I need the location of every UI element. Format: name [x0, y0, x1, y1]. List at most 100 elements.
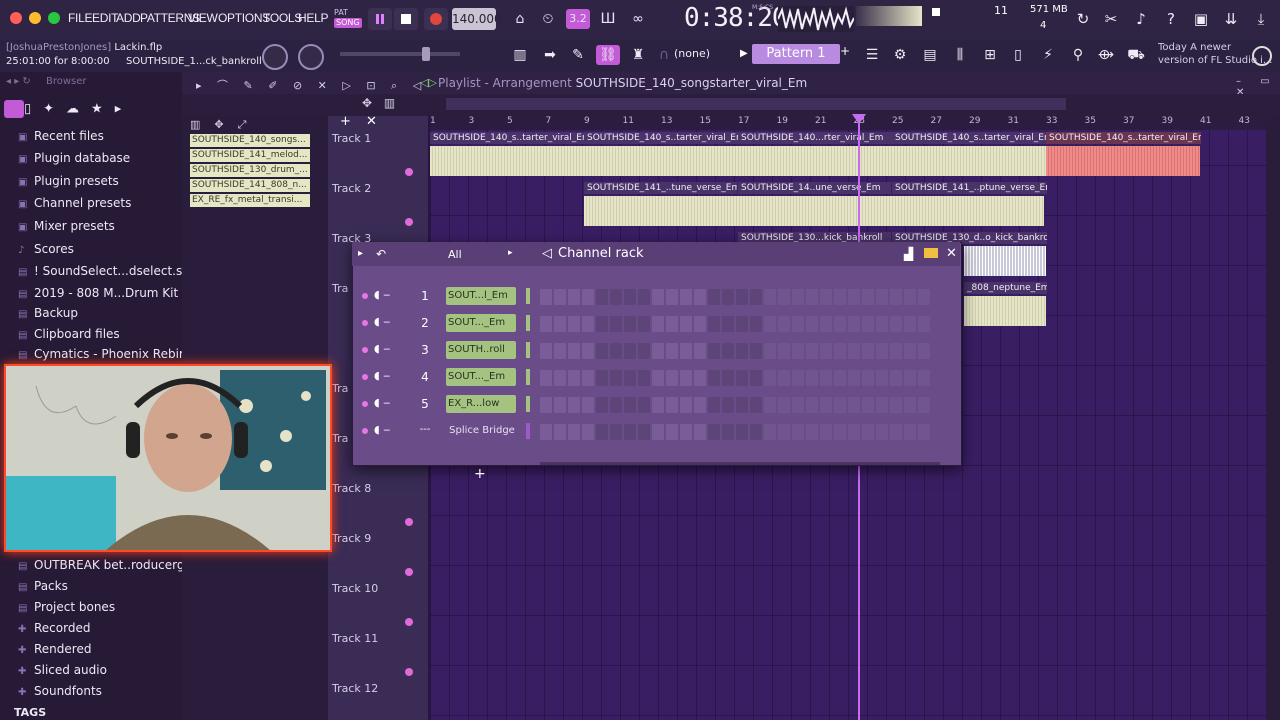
piano-roll-icon[interactable]: ▥ — [508, 45, 532, 65]
step-button[interactable] — [918, 343, 930, 359]
step-button[interactable] — [708, 424, 720, 440]
step-button[interactable] — [778, 316, 790, 332]
step-button[interactable] — [596, 343, 608, 359]
step-button[interactable] — [862, 370, 874, 386]
blend-notes-icon[interactable]: Ш — [596, 9, 620, 29]
audio-waveform[interactable] — [964, 296, 1046, 326]
step-button[interactable] — [596, 289, 608, 305]
undo-icon[interactable]: ↻ — [1072, 8, 1094, 30]
clip-label[interactable]: SOUTHSIDE_141_..tune_verse_Em — [584, 182, 737, 194]
step-button[interactable] — [890, 397, 902, 413]
pan-knob[interactable]: ◖ ‒ — [374, 369, 390, 382]
step-button[interactable] — [904, 289, 916, 305]
browser-item-mixer-presets[interactable]: ▣ Mixer presets — [18, 216, 115, 236]
pan-knob[interactable]: ◖ ‒ — [374, 396, 390, 409]
step-button[interactable] — [554, 370, 566, 386]
step-button[interactable] — [554, 424, 566, 440]
step-button[interactable] — [904, 316, 916, 332]
playlist-play-icon[interactable]: ◁▷ — [420, 76, 437, 89]
step-button[interactable] — [750, 289, 762, 305]
play-button[interactable] — [368, 8, 392, 30]
step-button[interactable] — [806, 316, 818, 332]
graph-icon[interactable]: ▟ — [904, 247, 913, 261]
track-label[interactable]: Track 12 — [332, 682, 378, 695]
filter-arrow-icon[interactable]: ▸ — [508, 248, 513, 258]
step-button[interactable] — [568, 289, 580, 305]
step-button[interactable] — [568, 343, 580, 359]
step-button[interactable] — [890, 289, 902, 305]
step-button[interactable] — [610, 316, 622, 332]
step-row[interactable] — [540, 289, 930, 305]
channel-name-button[interactable]: Splice Bridge — [446, 422, 516, 440]
step-button[interactable] — [540, 343, 552, 359]
step-button[interactable] — [736, 424, 748, 440]
browser-tools[interactable]: ▯✦☁★▸ — [4, 100, 178, 120]
browser-item-plugin-presets[interactable]: ▣ Plugin presets — [18, 171, 119, 191]
step-button[interactable] — [764, 370, 776, 386]
step-button[interactable] — [778, 289, 790, 305]
channel-name-button[interactable]: SOUT...l_Em — [446, 287, 516, 305]
step-button[interactable] — [708, 370, 720, 386]
picker-clip[interactable]: SOUTHSIDE_141_808_n... — [190, 179, 310, 192]
step-button[interactable] — [610, 343, 622, 359]
step-button[interactable] — [848, 343, 860, 359]
channel-led[interactable] — [362, 320, 368, 326]
browser-item-rendered[interactable]: ✚ Rendered — [18, 639, 91, 659]
track-label[interactable]: Tra — [332, 282, 348, 295]
step-button[interactable] — [806, 343, 818, 359]
channel-number[interactable]: 4 — [416, 370, 434, 384]
step-button[interactable] — [582, 370, 594, 386]
playlist-tool-icons[interactable]: ✥ ▥ — [362, 96, 399, 110]
clip-label[interactable]: SOUTHSIDE_140...rter_viral_Em — [738, 132, 893, 144]
save-icon[interactable]: ▣ — [1190, 8, 1212, 30]
clip-label[interactable]: SOUTHSIDE_140_s..tarter_viral_Em — [892, 132, 1047, 144]
step-button[interactable] — [624, 343, 636, 359]
cut-icon[interactable]: ✂ — [1100, 8, 1122, 30]
playlist-scrollbar[interactable] — [446, 98, 1066, 110]
step-button[interactable] — [750, 370, 762, 386]
minimize-window-button[interactable] — [29, 12, 41, 24]
clip-label[interactable]: SOUTHSIDE_140_s..tarter_viral_Em — [430, 132, 585, 144]
pat-song-toggle[interactable]: PAT SONG — [334, 8, 362, 32]
step-button[interactable] — [820, 316, 832, 332]
audio-waveform[interactable] — [584, 196, 1044, 226]
step-row[interactable] — [540, 370, 930, 386]
step-row[interactable] — [540, 316, 930, 332]
channel-number[interactable]: 2 — [416, 316, 434, 330]
track-label[interactable]: Track 8 — [332, 482, 371, 495]
playlist-tools[interactable]: ▸ ⌒ ✎ ✐ ⊘ ✕ ▷ ⊡ ⌕ ◁ — [196, 77, 427, 93]
step-button[interactable] — [568, 397, 580, 413]
close-icon[interactable]: ✕ — [366, 114, 377, 129]
track-label[interactable]: Track 11 — [332, 632, 378, 645]
browser-item-soundfonts[interactable]: ✚ Soundfonts — [18, 681, 102, 701]
step-button[interactable] — [736, 343, 748, 359]
channel-number[interactable]: 1 — [416, 289, 434, 303]
track-label[interactable]: Track 2 — [332, 182, 371, 195]
close-window-button[interactable] — [10, 12, 22, 24]
step-button[interactable] — [624, 370, 636, 386]
step-button[interactable] — [540, 424, 552, 440]
step-button[interactable] — [694, 343, 706, 359]
channel-filter[interactable]: All — [448, 248, 462, 261]
channel-select[interactable] — [526, 396, 530, 412]
plug-icon[interactable]: ⚡ — [1036, 45, 1060, 65]
channel-select[interactable] — [526, 369, 530, 385]
file-icon[interactable]: ▯ — [1006, 45, 1030, 65]
step-button[interactable] — [834, 316, 846, 332]
step-button[interactable] — [722, 370, 734, 386]
clip-label[interactable]: SOUTHSIDE_140_s..tarter_viral_Em — [584, 132, 739, 144]
channel-number[interactable]: --- — [416, 424, 434, 435]
step-button[interactable] — [750, 424, 762, 440]
step-button[interactable] — [848, 424, 860, 440]
step-button[interactable] — [666, 397, 678, 413]
link-icon[interactable]: ⛓ — [596, 45, 620, 65]
browser-item-plugin-database[interactable]: ▣ Plugin database — [18, 148, 130, 168]
record-button[interactable] — [424, 8, 448, 30]
step-button[interactable] — [848, 316, 860, 332]
picker-clip[interactable]: SOUTHSIDE_141_melod... — [190, 149, 310, 162]
microphone-icon[interactable]: ♪ — [1130, 8, 1152, 30]
step-button[interactable] — [806, 424, 818, 440]
step-button[interactable] — [610, 397, 622, 413]
playlist-icon[interactable]: ☰ — [860, 45, 884, 65]
browser-item-recent-files[interactable]: ▣ Recent files — [18, 126, 104, 146]
